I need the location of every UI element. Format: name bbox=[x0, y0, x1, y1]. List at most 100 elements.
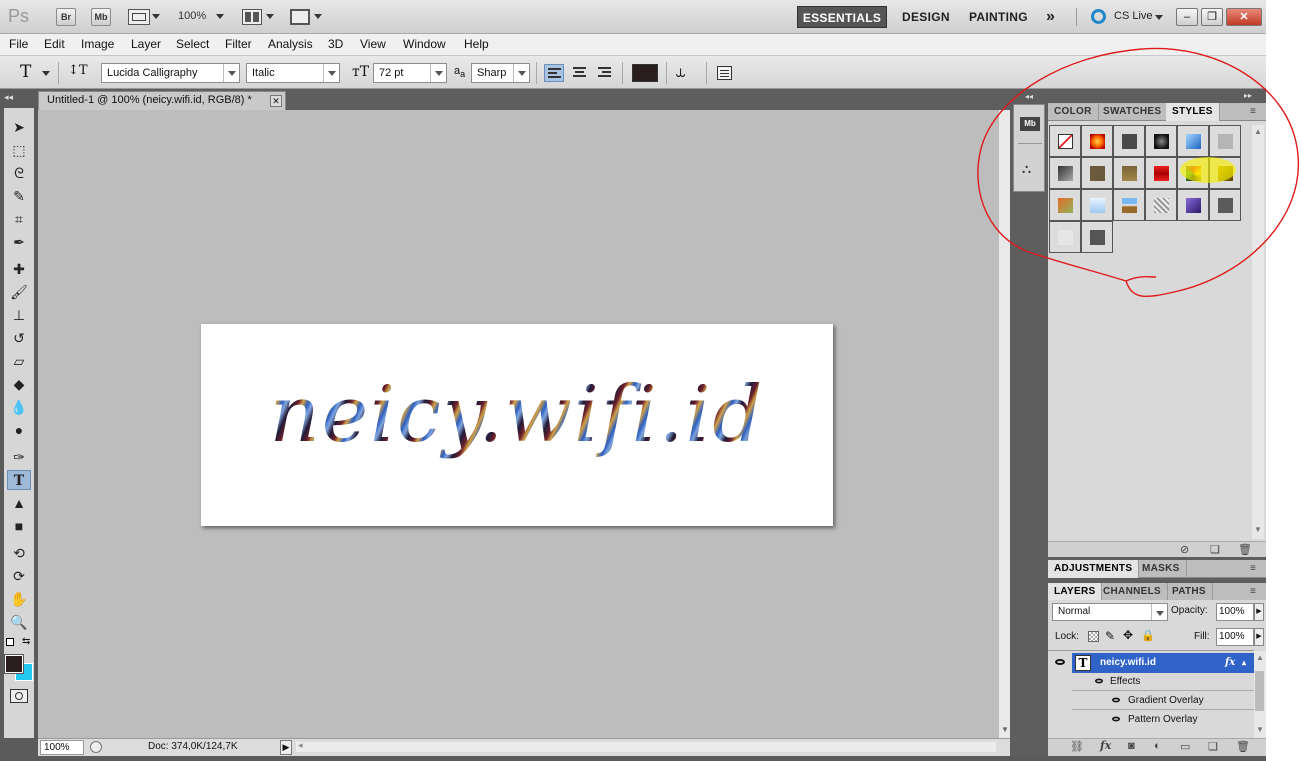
menu-view[interactable]: View bbox=[360, 37, 386, 51]
style-preset-swatch[interactable] bbox=[1081, 189, 1113, 221]
clear-style-icon[interactable]: ⊘ bbox=[1180, 543, 1189, 556]
status-icon[interactable] bbox=[90, 741, 102, 753]
lock-position-icon[interactable]: ✥ bbox=[1123, 628, 1133, 642]
workspace-essentials[interactable]: ESSENTIALS bbox=[797, 6, 887, 28]
chevron-down-icon[interactable] bbox=[266, 14, 274, 19]
eyedropper-tool-icon[interactable]: ✒ bbox=[7, 232, 31, 252]
panel-menu-icon[interactable]: ≡ bbox=[1250, 586, 1256, 597]
pen-tool-icon[interactable]: ✑ bbox=[7, 447, 31, 467]
document-tab[interactable]: Untitled-1 @ 100% (neicy.wifi.id, RGB/8)… bbox=[38, 91, 286, 110]
chevron-down-icon[interactable] bbox=[42, 71, 50, 76]
lock-all-icon[interactable]: 🔒 bbox=[1141, 629, 1155, 642]
fill-slider-arrow-icon[interactable]: ▶ bbox=[1254, 628, 1264, 646]
font-family-select[interactable]: Lucida Calligraphy bbox=[101, 63, 240, 83]
style-preset-swatch[interactable] bbox=[1113, 125, 1145, 157]
dodge-tool-icon[interactable]: ● bbox=[7, 420, 31, 440]
collapse-icon[interactable]: ◂◂ bbox=[1025, 92, 1033, 101]
menu-filter[interactable]: Filter bbox=[225, 37, 252, 51]
type-tool-preset-icon[interactable]: T bbox=[20, 62, 31, 82]
chevron-down-icon[interactable] bbox=[513, 64, 529, 82]
tab-channels[interactable]: CHANNELS bbox=[1097, 583, 1168, 601]
history-brush-tool-icon[interactable]: ↺ bbox=[7, 328, 31, 348]
quick-selection-tool-icon[interactable]: ✎ bbox=[7, 186, 31, 206]
style-preset-swatch[interactable] bbox=[1049, 189, 1081, 221]
eye-icon[interactable] bbox=[1112, 716, 1120, 722]
menu-3d[interactable]: 3D bbox=[328, 37, 343, 51]
font-style-select[interactable]: Italic bbox=[246, 63, 340, 83]
style-preset-swatch[interactable] bbox=[1049, 221, 1081, 253]
3d-rotate-tool-icon[interactable]: ⟲ bbox=[7, 543, 31, 563]
add-layer-style-icon[interactable]: fx bbox=[1100, 739, 1111, 752]
rectangle-tool-icon[interactable]: ■ bbox=[7, 516, 31, 536]
style-preset-swatch[interactable] bbox=[1113, 157, 1145, 189]
3d-orbit-tool-icon[interactable]: ⟳ bbox=[7, 566, 31, 586]
blend-mode-select[interactable]: Normal bbox=[1052, 603, 1168, 621]
more-workspaces-icon[interactable]: » bbox=[1046, 6, 1055, 28]
style-preset-swatch[interactable] bbox=[1081, 125, 1113, 157]
bridge-button[interactable]: Br bbox=[56, 8, 76, 26]
lock-pixels-icon[interactable]: ✎ bbox=[1105, 629, 1115, 643]
style-preset-swatch[interactable] bbox=[1145, 157, 1177, 189]
zoom-field[interactable]: 100% bbox=[40, 740, 84, 755]
tab-color[interactable]: COLOR bbox=[1048, 103, 1099, 121]
foreground-color-swatch[interactable] bbox=[4, 654, 24, 674]
marquee-tool-icon[interactable]: ⬚ bbox=[7, 140, 31, 160]
tab-swatches[interactable]: SWATCHES bbox=[1097, 103, 1169, 121]
horizontal-scrollbar[interactable]: ◂ bbox=[296, 740, 996, 752]
lasso-tool-icon[interactable]: ᘓ bbox=[7, 163, 31, 183]
text-color-swatch[interactable] bbox=[632, 64, 658, 82]
style-preset-swatch[interactable] bbox=[1081, 157, 1113, 189]
character-panel-icon[interactable] bbox=[717, 66, 732, 80]
chevron-down-icon[interactable] bbox=[430, 64, 446, 82]
chevron-down-icon[interactable] bbox=[1155, 15, 1163, 20]
expand-icon[interactable]: ▸▸ bbox=[1244, 91, 1252, 100]
menu-select[interactable]: Select bbox=[176, 37, 209, 51]
style-preset-swatch[interactable] bbox=[1145, 189, 1177, 221]
align-center-button[interactable] bbox=[570, 64, 590, 82]
new-layer-icon[interactable]: ❏ bbox=[1208, 740, 1218, 753]
menu-image[interactable]: Image bbox=[81, 37, 114, 51]
zoom-tool-icon[interactable]: 🔍 bbox=[7, 612, 31, 632]
hand-tool-icon[interactable]: ✋ bbox=[7, 589, 31, 609]
style-preset-swatch[interactable] bbox=[1081, 221, 1113, 253]
tab-adjustments[interactable]: ADJUSTMENTS bbox=[1048, 560, 1140, 578]
cs-live-icon[interactable] bbox=[1091, 9, 1106, 24]
style-preset-swatch[interactable] bbox=[1177, 125, 1209, 157]
workspace-design[interactable]: DESIGN bbox=[902, 6, 950, 28]
style-preset-swatch[interactable] bbox=[1113, 189, 1145, 221]
toggle-text-orientation-icon[interactable]: ↕T bbox=[68, 63, 88, 78]
new-style-icon[interactable]: ❏ bbox=[1210, 543, 1220, 556]
healing-brush-tool-icon[interactable]: ✚ bbox=[7, 259, 31, 279]
panel-menu-icon[interactable]: ≡ bbox=[1250, 563, 1256, 574]
style-preset-swatch[interactable] bbox=[1177, 189, 1209, 221]
adjustment-layer-icon[interactable]: ◐ bbox=[1154, 740, 1161, 752]
view-extras-icon[interactable] bbox=[128, 9, 150, 25]
document-canvas[interactable]: neicy.wifi.id bbox=[201, 324, 833, 526]
align-left-button[interactable] bbox=[544, 64, 564, 82]
vertical-scrollbar[interactable]: ▼ bbox=[998, 110, 1010, 738]
screen-mode-icon[interactable] bbox=[290, 9, 310, 25]
layer-row-selected[interactable]: T neicy.wifi.id fx ▴ bbox=[1072, 653, 1254, 673]
effects-row[interactable]: Effects bbox=[1072, 672, 1254, 691]
chevron-down-icon[interactable] bbox=[314, 14, 322, 19]
opacity-input[interactable]: 100% bbox=[1216, 603, 1254, 621]
new-group-icon[interactable]: ▭ bbox=[1180, 740, 1190, 753]
opacity-slider-arrow-icon[interactable]: ▶ bbox=[1254, 603, 1264, 621]
eye-icon[interactable] bbox=[1112, 697, 1120, 703]
style-preset-swatch[interactable] bbox=[1145, 125, 1177, 157]
chevron-down-icon[interactable] bbox=[1151, 604, 1167, 620]
cs-live-menu[interactable]: CS Live bbox=[1114, 10, 1153, 22]
restore-button[interactable]: ❐ bbox=[1201, 8, 1223, 26]
close-button[interactable]: ✕ bbox=[1226, 8, 1262, 26]
style-preset-swatch[interactable] bbox=[1209, 125, 1241, 157]
style-preset-swatch[interactable] bbox=[1049, 125, 1081, 157]
move-tool-icon[interactable]: ➤ bbox=[7, 117, 31, 137]
close-document-icon[interactable]: ✕ bbox=[270, 95, 282, 107]
tab-layers[interactable]: LAYERS bbox=[1048, 583, 1103, 601]
type-tool-icon[interactable]: T bbox=[7, 470, 31, 490]
collapse-icon[interactable]: ◂◂ bbox=[4, 92, 13, 103]
chevron-down-icon[interactable] bbox=[216, 14, 224, 19]
eye-icon[interactable] bbox=[1055, 659, 1065, 665]
tab-styles[interactable]: STYLES bbox=[1166, 103, 1220, 121]
style-preset-swatch[interactable] bbox=[1049, 157, 1081, 189]
